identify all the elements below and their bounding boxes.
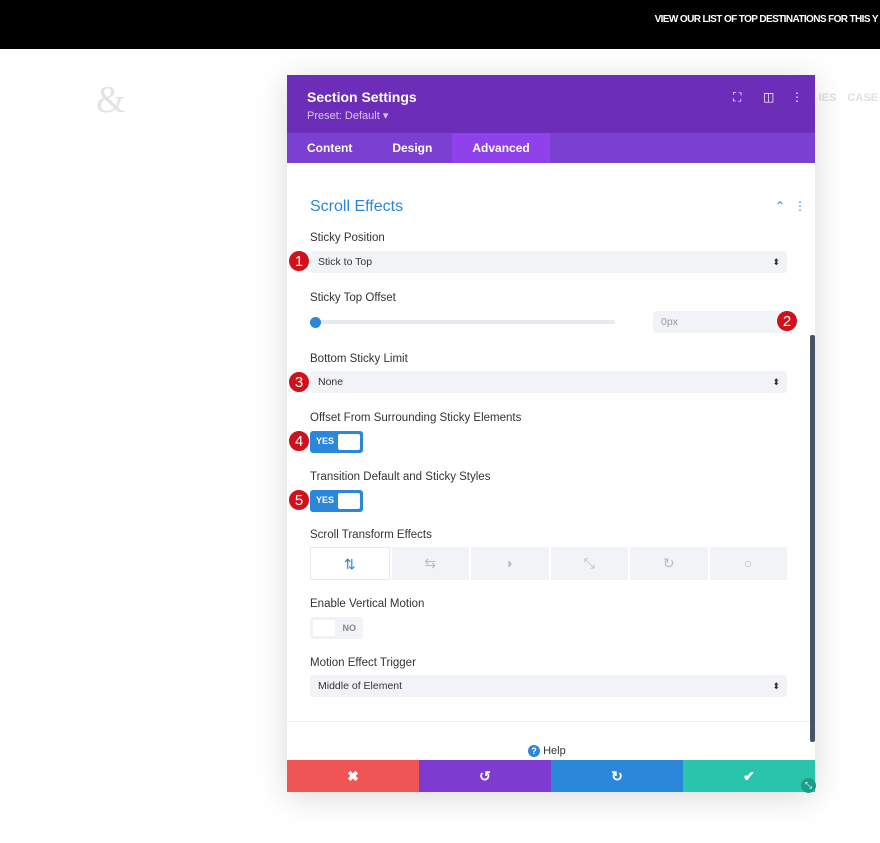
scroll-transform-label: Scroll Transform Effects [310, 529, 432, 541]
site-nav[interactable]: IES CASE [819, 92, 878, 104]
save-button[interactable]: ✔ [683, 760, 815, 792]
modal-header: Section Settings Preset: Default ▾ ⛶ ◫ ⋮ [287, 75, 815, 133]
bottom-sticky-limit-select[interactable]: None [310, 371, 787, 393]
tab-design[interactable]: Design [372, 133, 452, 163]
sticky-position-label: Sticky Position [310, 232, 385, 244]
offset-slider-track[interactable] [315, 320, 615, 324]
motion-trigger-select[interactable]: Middle of Element [310, 675, 787, 697]
split-view-icon[interactable]: ◫ [763, 90, 774, 104]
chevron-up-icon[interactable]: ⌃ [775, 199, 785, 213]
annotation-badge: 5 [288, 489, 310, 511]
transition-styles-toggle[interactable]: YES [310, 490, 363, 512]
divider [287, 721, 815, 722]
annotation-badge: 2 [776, 310, 798, 332]
help-icon: ? [528, 745, 540, 757]
scale-icon[interactable]: ⤡ [550, 547, 628, 580]
announcement-bar: VIEW OUR LIST OF TOP DESTINATIONS FOR TH… [0, 0, 880, 49]
fullscreen-icon[interactable]: ⛶ [733, 90, 741, 105]
preset-dropdown[interactable]: Preset: Default ▾ [307, 109, 388, 122]
annotation-badge: 3 [288, 371, 310, 393]
help-link[interactable]: ? Help [528, 745, 566, 757]
scrollbar[interactable] [810, 335, 815, 742]
toggle-knob [338, 493, 360, 509]
offset-input[interactable]: 0px [653, 311, 787, 333]
more-options-icon[interactable]: ⋮ [791, 90, 803, 104]
modal-title: Section Settings [307, 89, 417, 105]
redo-button[interactable]: ↻ [551, 760, 683, 792]
rotate-icon[interactable]: ↻ [630, 547, 708, 580]
bottom-sticky-limit-label: Bottom Sticky Limit [310, 353, 408, 365]
toggle-knob [313, 620, 335, 636]
toggle-knob [338, 434, 360, 450]
vertical-motion-label: Enable Vertical Motion [310, 598, 425, 610]
motion-trigger-label: Motion Effect Trigger [310, 657, 416, 669]
tab-content[interactable]: Content [287, 133, 372, 163]
help-label: Help [543, 745, 566, 757]
sticky-position-select[interactable]: Stick to Top [310, 251, 787, 273]
section-settings-modal: Section Settings Preset: Default ▾ ⛶ ◫ ⋮… [287, 75, 816, 793]
offset-surrounding-label: Offset From Surrounding Sticky Elements [310, 412, 522, 424]
announcement-text[interactable]: VIEW OUR LIST OF TOP DESTINATIONS FOR TH… [655, 14, 879, 25]
vertical-motion-icon[interactable]: ⇅ [310, 547, 390, 580]
toggle-label: YES [316, 495, 335, 505]
tab-bar: Content Design Advanced [287, 133, 815, 163]
horizontal-motion-icon[interactable]: ⇆ [391, 547, 469, 580]
transition-styles-label: Transition Default and Sticky Styles [310, 471, 491, 483]
blur-icon[interactable]: ○ [709, 547, 787, 580]
fade-icon[interactable]: ◗ [471, 547, 549, 580]
resize-handle-icon[interactable]: ⤡ [801, 778, 816, 793]
section-options-icon[interactable]: ⋮ [794, 199, 806, 213]
vertical-motion-toggle[interactable]: NO [310, 617, 363, 639]
annotation-badge: 4 [288, 430, 310, 452]
annotation-badge: 1 [288, 250, 310, 272]
sticky-top-offset-label: Sticky Top Offset [310, 292, 396, 304]
toggle-label: YES [316, 436, 335, 446]
site-logo[interactable]: & [96, 78, 126, 122]
cancel-button[interactable]: ✖ [287, 760, 419, 792]
offset-slider-handle[interactable] [310, 317, 321, 328]
section-title[interactable]: Scroll Effects [310, 198, 403, 216]
tab-advanced[interactable]: Advanced [452, 133, 550, 163]
toggle-label: NO [342, 623, 357, 633]
undo-button[interactable]: ↺ [419, 760, 551, 792]
scroll-transform-tabs: ⇅ ⇆ ◗ ⤡ ↻ ○ [310, 547, 787, 580]
offset-surrounding-toggle[interactable]: YES [310, 431, 363, 453]
modal-footer: ✖ ↺ ↻ ✔ [287, 760, 815, 792]
